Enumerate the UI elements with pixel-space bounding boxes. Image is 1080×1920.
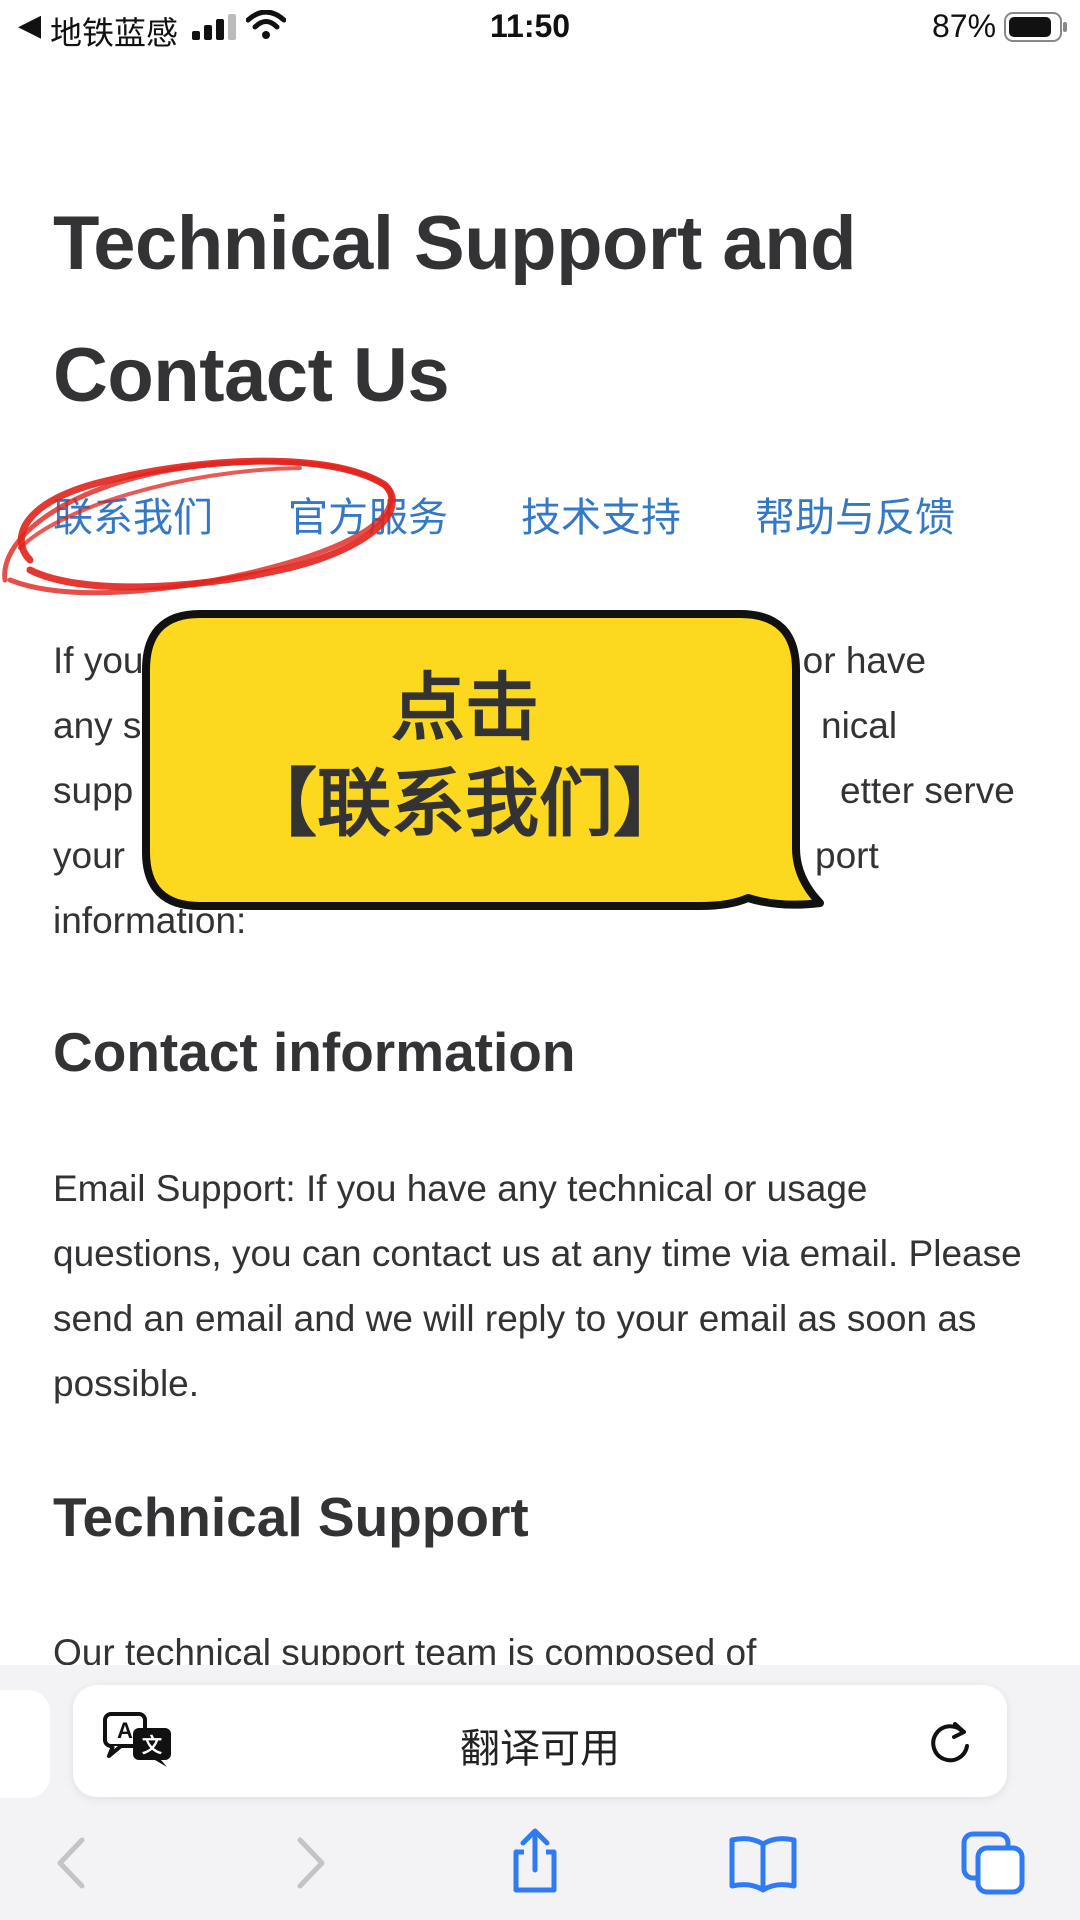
intro-fragment: If you <box>53 640 144 681</box>
translate-icon[interactable]: A 文 <box>103 1712 175 1768</box>
back-to-app-icon[interactable]: ◀ <box>18 8 41 43</box>
intro-fragment: supp <box>53 770 134 811</box>
svg-text:A: A <box>117 1718 133 1743</box>
section-heading-tech-support: Technical Support <box>53 1486 529 1548</box>
bubble-text: 点击 【联系我们】 <box>145 660 785 852</box>
share-icon[interactable] <box>500 1826 570 1896</box>
intro-fragment: your <box>53 835 125 876</box>
clock: 11:50 <box>490 8 571 44</box>
battery-percentage: 87% <box>932 8 997 44</box>
wifi-icon <box>246 10 286 39</box>
forward-icon[interactable] <box>272 1828 342 1898</box>
intro-fragment: etter serve <box>840 770 1015 811</box>
svg-text:文: 文 <box>142 1733 163 1757</box>
bubble-line-2: 【联系我们】 <box>243 761 687 847</box>
reload-icon[interactable] <box>925 1718 975 1768</box>
nav-link-official-service[interactable]: 官方服务 <box>288 485 448 543</box>
bubble-line-1: 点击 <box>391 665 539 751</box>
translation-available-label[interactable]: 翻译可用 <box>340 1716 740 1774</box>
nav-link-contact-us[interactable]: 联系我们 <box>53 485 213 543</box>
battery-icon <box>1004 12 1067 42</box>
tabs-icon[interactable] <box>958 1828 1028 1898</box>
nav-links: 联系我们 官方服务 技术支持 帮助与反馈 <box>53 485 1043 545</box>
screen: ◀ 地铁蓝感 11:50 87% Technical Support and C… <box>0 0 1080 1920</box>
previous-tab-preview[interactable] <box>0 1690 50 1798</box>
section-heading-contact-info: Contact information <box>53 1021 576 1083</box>
nav-link-help-feedback[interactable]: 帮助与反馈 <box>755 485 955 543</box>
status-bar: ◀ 地铁蓝感 11:50 87% <box>0 0 1080 54</box>
back-icon[interactable] <box>40 1828 110 1898</box>
carrier-label[interactable]: 地铁蓝感 <box>50 8 178 54</box>
nav-link-tech-support[interactable]: 技术支持 <box>521 485 681 543</box>
bookmarks-icon[interactable] <box>728 1828 798 1898</box>
page-title: Technical Support and Contact Us <box>53 201 857 418</box>
intro-fragment: any s <box>53 705 142 746</box>
signal-icon <box>192 14 236 40</box>
contact-info-paragraph: Email Support: If you have any technical… <box>53 1168 1022 1404</box>
